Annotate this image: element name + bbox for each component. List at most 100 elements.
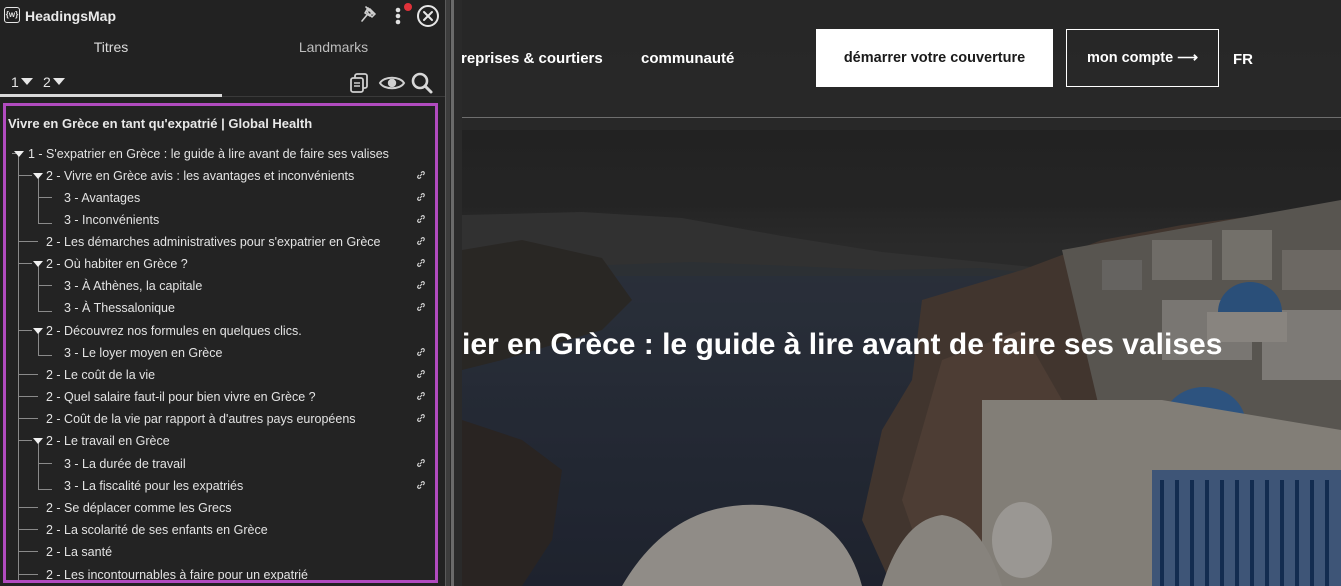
heading-text: 2 - Le coût de la vie: [46, 368, 156, 382]
tree-branch: [18, 241, 38, 242]
tree-branch: [38, 463, 52, 464]
heading-text: 3 - Inconvénients: [64, 213, 160, 227]
heading-text: 2 - La scolarité de ses enfants en Grèce: [46, 523, 268, 537]
tree-branch: [18, 418, 38, 419]
link-icon[interactable]: [416, 170, 426, 180]
heading-item-h3[interactable]: 3 - Inconvénients: [6, 210, 435, 232]
chevron-down-icon: [52, 78, 65, 85]
heading-item-h2[interactable]: 2 - Où habiter en Grèce ?: [6, 254, 435, 276]
link-icon[interactable]: [416, 391, 426, 401]
heading-item-h2[interactable]: 2 - Découvrez nos formules en quelques c…: [6, 321, 435, 343]
heading-text: 3 - À Thessalonique: [64, 301, 175, 315]
headings-tree: Vivre en Grèce en tant qu'expatrié | Glo…: [3, 103, 438, 583]
heading-item-h2[interactable]: 2 - Les incontournables à faire pour un …: [6, 565, 435, 582]
expand-triangle-icon[interactable]: [33, 328, 43, 334]
heading-text: 3 - La durée de travail: [64, 457, 186, 471]
heading-item-h2[interactable]: 2 - Le coût de la vie: [6, 365, 435, 387]
heading-text: 2 - Découvrez nos formules en quelques c…: [46, 324, 302, 338]
panel-tabs: Titres Landmarks: [0, 34, 445, 97]
headingsmap-panel: {w} HeadingsMap Titres Landmarks 1 2 Viv…: [0, 0, 445, 586]
heading-item-h2[interactable]: 2 - La santé: [6, 542, 435, 564]
tree-branch: [18, 440, 32, 441]
eye-icon[interactable]: [378, 71, 406, 95]
level-1-dropdown[interactable]: 1: [11, 74, 33, 90]
level-2-label: 2: [43, 74, 51, 90]
heading-item-h2[interactable]: 2 - Le travail en Grèce: [6, 431, 435, 453]
chevron-down-icon: [20, 78, 33, 85]
headingsmap-logo: {w}: [4, 7, 20, 23]
heading-item-h2[interactable]: 2 - Quel salaire faut-il pour bien vivre…: [6, 387, 435, 409]
heading-item-h3[interactable]: 3 - La durée de travail: [6, 454, 435, 476]
tree-branch: [38, 489, 52, 490]
heading-text: 2 - Les incontournables à faire pour un …: [46, 568, 308, 582]
tree-branch: [18, 330, 32, 331]
panel-toolbar: 1 2: [0, 68, 445, 98]
search-icon[interactable]: [410, 71, 434, 95]
heading-item-h3[interactable]: 3 - Le loyer moyen en Grèce: [6, 343, 435, 365]
copy-icon[interactable]: [347, 71, 371, 95]
tab-landmarks[interactable]: Landmarks: [222, 34, 445, 64]
panel-divider: [454, 0, 462, 586]
heading-text: 2 - Coût de la vie par rapport à d'autre…: [46, 412, 356, 426]
heading-text: 2 - La santé: [46, 545, 113, 559]
document-title: Vivre en Grèce en tant qu'expatrié | Glo…: [8, 116, 313, 131]
level-2-dropdown[interactable]: 2: [43, 74, 65, 90]
expand-triangle-icon[interactable]: [33, 261, 43, 267]
heading-text: 2 - Le travail en Grèce: [46, 434, 170, 448]
heading-text: 2 - Vivre en Grèce avis : les avantages …: [46, 169, 355, 183]
tree-branch: [18, 574, 38, 575]
start-coverage-button[interactable]: démarrer votre couverture: [816, 29, 1053, 87]
link-icon[interactable]: [416, 413, 426, 423]
tree-branch: [38, 223, 52, 224]
heading-text: 3 - Avantages: [64, 191, 141, 205]
link-icon[interactable]: [416, 302, 426, 312]
heading-item-h2[interactable]: 2 - Les démarches administratives pour s…: [6, 232, 435, 254]
link-icon[interactable]: [416, 480, 426, 490]
tree-branch: [38, 285, 52, 286]
level-1-label: 1: [11, 74, 19, 90]
link-icon[interactable]: [416, 369, 426, 379]
link-icon[interactable]: [416, 192, 426, 202]
panel-title: HeadingsMap: [25, 8, 117, 24]
tree-branch: [18, 551, 38, 552]
hero-image: [462, 0, 1341, 586]
pin-icon[interactable]: [358, 4, 380, 26]
heading-item-h3[interactable]: 3 - La fiscalité pour les expatriés: [6, 476, 435, 498]
heading-text: 3 - Le loyer moyen en Grèce: [64, 346, 223, 360]
link-icon[interactable]: [416, 236, 426, 246]
notification-dot: [404, 3, 412, 11]
nav-link-communaute[interactable]: communauté: [641, 50, 734, 67]
tree-branch: [38, 355, 52, 356]
heading-text: 2 - Se déplacer comme les Grecs: [46, 501, 232, 515]
heading-item-h3[interactable]: 3 - Avantages: [6, 188, 435, 210]
link-icon[interactable]: [416, 258, 426, 268]
heading-item-h2[interactable]: 2 - La scolarité de ses enfants en Grèce: [6, 520, 435, 542]
heading-text: 3 - La fiscalité pour les expatriés: [64, 479, 244, 493]
heading-item-h2[interactable]: 2 - Coût de la vie par rapport à d'autre…: [6, 409, 435, 431]
my-account-button[interactable]: mon compte ⟶: [1066, 29, 1219, 87]
panel-header: {w} HeadingsMap: [0, 0, 445, 32]
expand-triangle-icon[interactable]: [33, 173, 43, 179]
heading-text: 2 - Les démarches administratives pour s…: [46, 235, 381, 249]
expand-triangle-icon[interactable]: [14, 151, 24, 157]
link-icon[interactable]: [416, 458, 426, 468]
heading-item-h2[interactable]: 2 - Vivre en Grèce avis : les avantages …: [6, 166, 435, 188]
heading-item-h3[interactable]: 3 - À Athènes, la capitale: [6, 276, 435, 298]
nav-link-entreprises[interactable]: treprises & courtiers: [462, 50, 603, 67]
heading-text: 2 - Quel salaire faut-il pour bien vivre…: [46, 390, 316, 404]
heading-text: 1 - S'expatrier en Grèce : le guide à li…: [28, 147, 389, 161]
heading-item-h3[interactable]: 3 - À Thessalonique: [6, 298, 435, 320]
link-icon[interactable]: [416, 280, 426, 290]
tree-branch: [18, 175, 32, 176]
tree-branch: [38, 311, 52, 312]
nav-divider: [462, 117, 1341, 118]
expand-triangle-icon[interactable]: [33, 438, 43, 444]
tree-branch: [18, 374, 38, 375]
link-icon[interactable]: [416, 214, 426, 224]
heading-item-h2[interactable]: 2 - Se déplacer comme les Grecs: [6, 498, 435, 520]
tab-titres[interactable]: Titres: [0, 34, 222, 64]
heading-item-h1[interactable]: 1 - S'expatrier en Grèce : le guide à li…: [6, 144, 435, 166]
link-icon[interactable]: [416, 347, 426, 357]
close-icon[interactable]: [416, 4, 440, 28]
language-switcher[interactable]: FR: [1233, 51, 1253, 68]
